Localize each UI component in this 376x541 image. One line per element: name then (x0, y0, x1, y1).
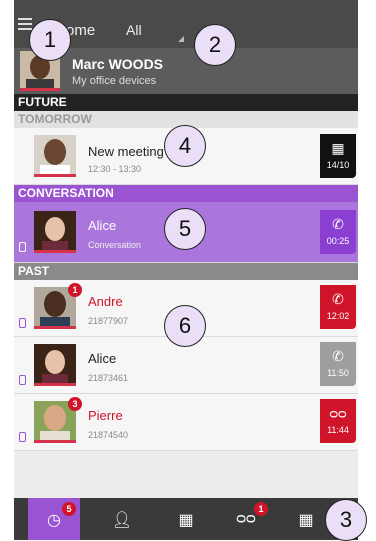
caller-number: 21873461 (88, 373, 129, 383)
menu-icon[interactable] (18, 18, 32, 30)
tab-dialpad[interactable]: ▦ (160, 498, 212, 540)
dropdown-caret-icon[interactable] (178, 36, 184, 42)
call-tile[interactable]: ✆ 11:50 (320, 342, 356, 386)
meeting-date: 14/10 (326, 160, 350, 170)
dialpad-icon: ▦ (178, 512, 194, 529)
phone-handset-icon: ✆ (332, 291, 344, 307)
contacts-icon: 👤︎ (111, 512, 133, 529)
profile-subtitle: My office devices (72, 75, 157, 87)
profile-header[interactable]: Marc WOODS My office devices (14, 48, 358, 94)
calendar-icon: ▦ (331, 140, 345, 156)
callout-4: 4 (164, 125, 206, 167)
call-row-pierre[interactable]: 3 Pierre 21874540 ᴑᴑ 11:44 (14, 394, 358, 451)
tab-voicemail[interactable]: ᴑᴑ 1 (220, 498, 272, 540)
device-phone-icon (19, 375, 26, 385)
phone-screen: ome All Marc WOODS My office devices FUT… (14, 0, 358, 540)
history-badge: 5 (62, 502, 76, 516)
conversation-name: Alice (88, 218, 117, 233)
callout-1: 1 (29, 19, 71, 61)
voicemail-icon: ᴑᴑ (329, 405, 347, 421)
callout-5: 5 (164, 208, 206, 250)
callout-6: 6 (164, 305, 206, 347)
missed-count-badge: 3 (68, 397, 82, 411)
callout-3: 3 (325, 499, 367, 541)
caller-name: Pierre (88, 408, 123, 423)
call-time: 11:50 (327, 368, 349, 378)
conversation-tile[interactable]: ✆ 00:25 (320, 210, 356, 254)
section-future: FUTURE (14, 94, 358, 111)
device-phone-icon (19, 432, 26, 442)
section-conversation: CONVERSATION (14, 185, 358, 202)
voicemail-badge: 1 (254, 502, 268, 516)
meeting-title: New meeting (88, 144, 164, 159)
phone-handset-icon: ✆ (332, 348, 344, 364)
device-phone-icon (19, 318, 26, 328)
call-time: 11:44 (327, 425, 349, 435)
conversation-status: Conversation (88, 240, 142, 250)
meeting-tile[interactable]: ▦ 14/10 (320, 134, 356, 178)
tab-history[interactable]: ◷ 5 (28, 498, 80, 540)
bottom-nav: ◷ 5 👤︎ ▦ ᴑᴑ 1 ▦ (14, 498, 358, 540)
caller-name: Alice (88, 351, 117, 366)
call-tile[interactable]: ✆ 12:02 (320, 285, 356, 329)
missed-count-badge: 1 (68, 283, 82, 297)
device-phone-icon (19, 242, 26, 252)
filter-dropdown[interactable]: All (126, 22, 142, 38)
call-tile[interactable]: ᴑᴑ 11:44 (320, 399, 356, 443)
caller-number: 21874540 (88, 430, 129, 440)
call-time: 12:02 (326, 311, 350, 321)
tab-contacts[interactable]: 👤︎ (96, 498, 148, 540)
caller-number: 21877907 (88, 316, 129, 326)
section-past: PAST (14, 263, 358, 280)
callout-2: 2 (194, 24, 236, 66)
meeting-time: 12:30 - 13:30 (88, 164, 142, 174)
phone-handset-icon: ✆ (332, 216, 344, 232)
avatar (34, 211, 76, 253)
conversation-duration: 00:25 (326, 236, 350, 246)
avatar (34, 135, 76, 177)
caller-name: Andre (88, 294, 123, 309)
profile-name: Marc WOODS (72, 56, 164, 72)
avatar (34, 344, 76, 386)
